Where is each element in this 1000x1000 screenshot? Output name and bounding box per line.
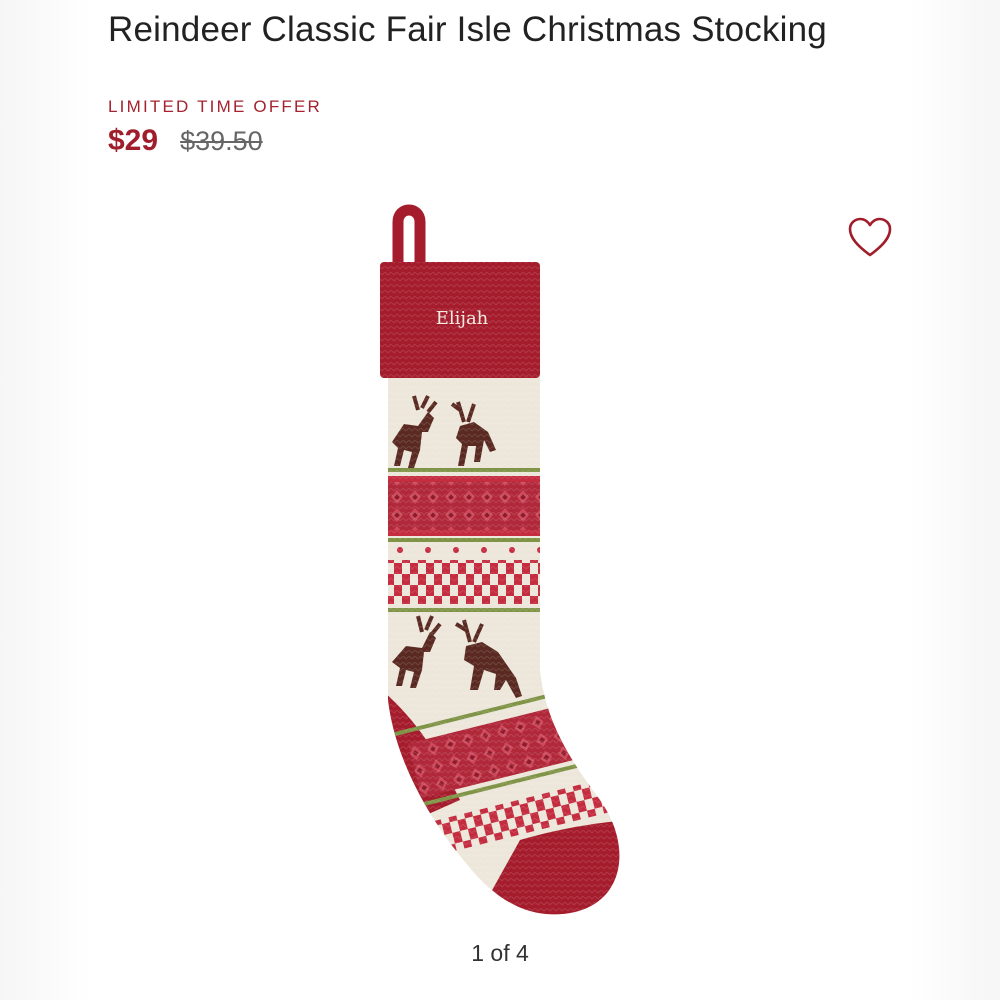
original-price: $39.50 [180,126,263,156]
favorite-button[interactable] [846,215,894,261]
price-row: $29 $39.50 [108,124,263,158]
heart-outline-icon [848,217,892,257]
stocking-body [388,370,620,915]
current-price: $29 [108,124,159,157]
left-edge-shade [0,0,92,1000]
offer-label: LIMITED TIME OFFER [108,97,323,116]
right-edge-shade [908,0,1000,1000]
hanging-loop [392,204,426,276]
monogram-text: Elijah [436,308,489,329]
image-pager: 1 of 4 [471,940,529,966]
product-image[interactable]: Elijah [370,200,640,920]
product-title: Reindeer Classic Fair Isle Christmas Sto… [108,10,827,49]
product-page: Reindeer Classic Fair Isle Christmas Sto… [0,0,1000,1000]
